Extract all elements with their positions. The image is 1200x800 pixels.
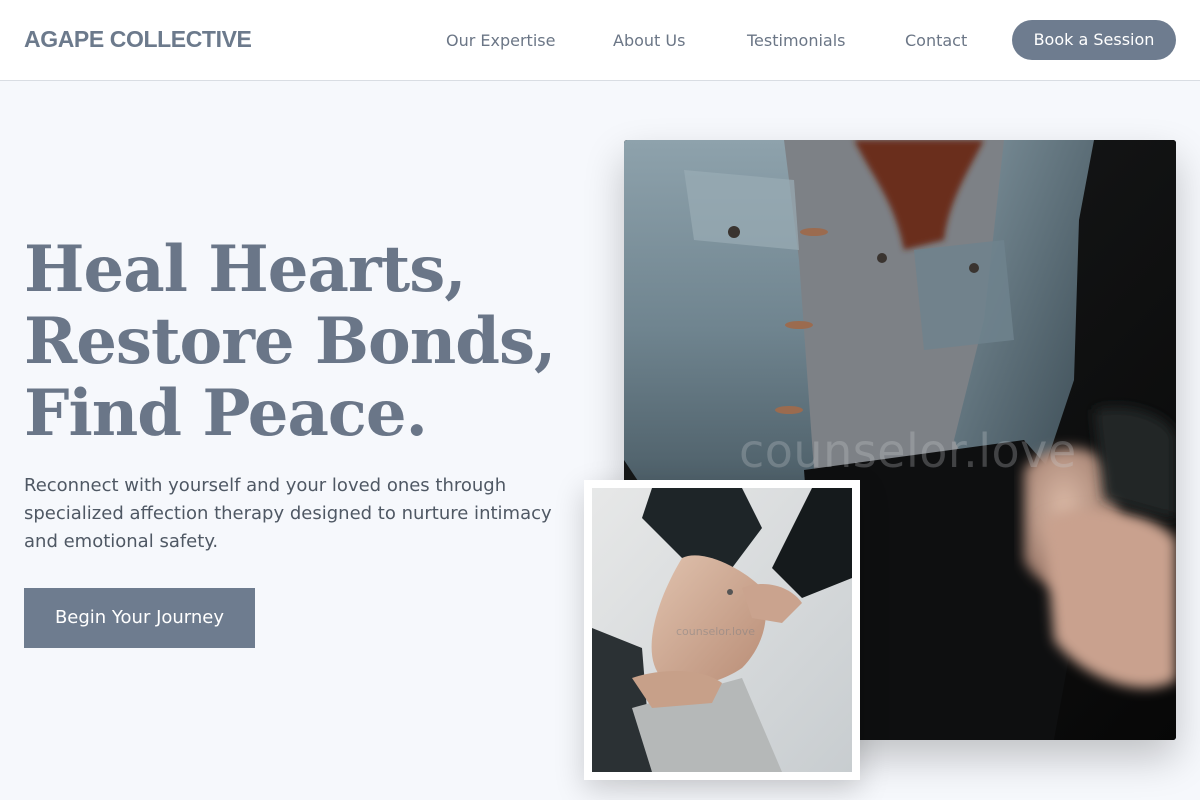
nav-link-testimonials[interactable]: Testimonials [747,31,846,50]
nav-link-contact[interactable]: Contact [905,31,967,50]
main-image-watermark: counselor.love [739,424,1077,478]
brand-logo[interactable]: AGAPE COLLECTIVE [24,26,252,53]
headline-line: Restore Bonds, [24,304,556,379]
book-session-button[interactable]: Book a Session [1012,20,1176,60]
hero-subtext: Reconnect with yourself and your loved o… [24,475,552,552]
headline-line: Heal Hearts, [24,232,467,307]
site-header: AGAPE COLLECTIVE Our Expertise About Us … [0,0,1200,81]
nav-link-our-expertise[interactable]: Our Expertise [446,31,555,50]
nav-link-about-us[interactable]: About Us [613,31,685,50]
secondary-image-frame: counselor.love [584,480,860,780]
headline-line: Find Peace. [24,376,428,451]
begin-journey-button[interactable]: Begin Your Journey [24,588,255,648]
hero-headline: Heal Hearts, Restore Bonds, Find Peace. [24,234,584,450]
secondary-image-watermark: counselor.love [676,625,756,638]
holding-hands-image: counselor.love [592,488,852,772]
